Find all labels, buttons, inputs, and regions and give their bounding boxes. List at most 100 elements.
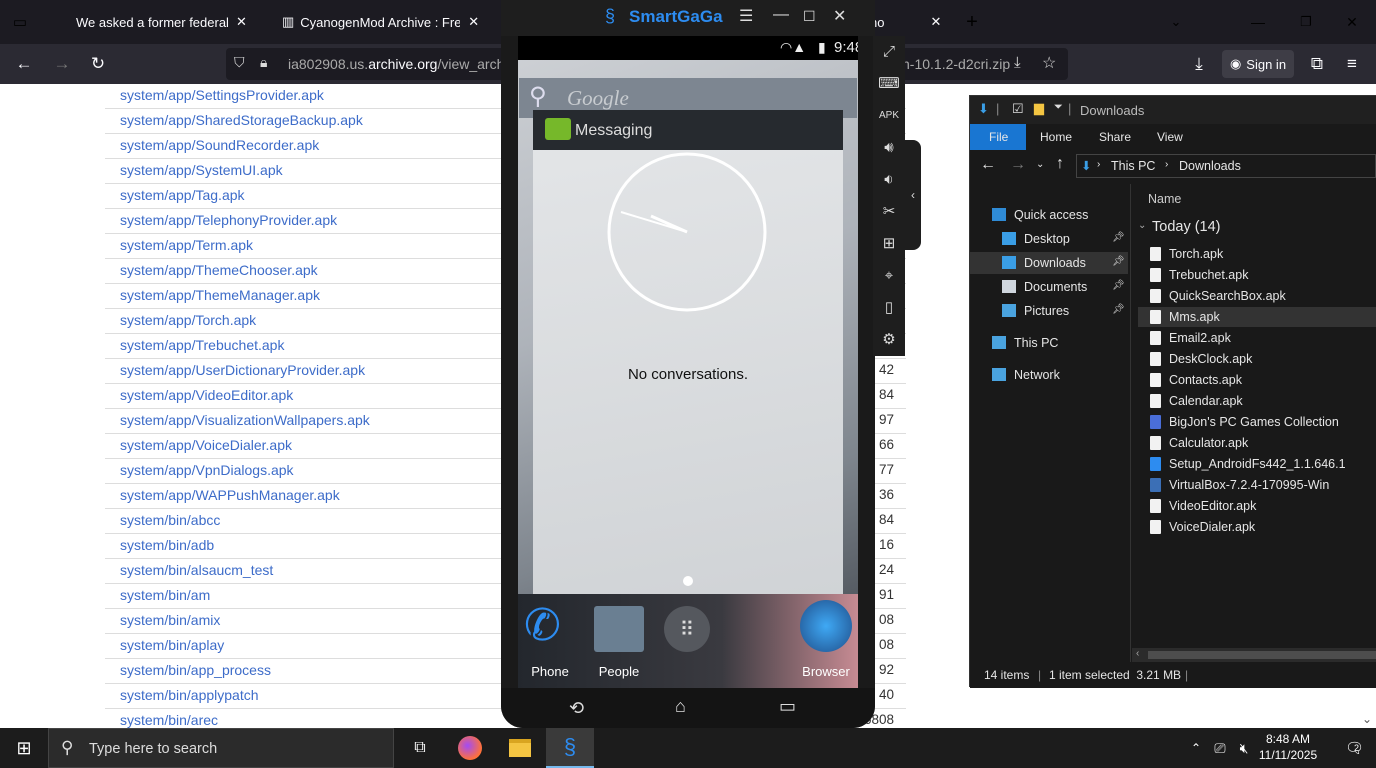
file-link[interactable]: system/bin/alsaucm_test	[120, 562, 273, 578]
file-link[interactable]: system/app/ThemeChooser.apk	[120, 262, 318, 278]
file-link[interactable]: system/bin/amix	[120, 612, 220, 628]
sign-in-button[interactable]: ◉ Sign in	[1222, 50, 1294, 78]
file-link[interactable]: system/bin/app_process	[120, 662, 271, 678]
sg-close-icon[interactable]: ✕	[833, 6, 846, 26]
breadcrumb-this-pc[interactable]: This PC	[1111, 159, 1155, 173]
up-folder-icon[interactable]: ↑	[1056, 155, 1064, 173]
nav-item[interactable]: Quick access	[970, 204, 1128, 226]
firefox-taskbar-icon[interactable]	[446, 728, 494, 768]
settings-gear-icon[interactable]: ⚙	[873, 326, 905, 352]
browser-app-icon[interactable]	[800, 600, 852, 652]
android-back-icon[interactable]: ⟲	[569, 698, 584, 719]
recent-dropdown-icon[interactable]: ⌄	[1036, 159, 1044, 170]
file-link[interactable]: system/app/SystemUI.apk	[120, 162, 283, 178]
tab-2[interactable]: ▥ CyanogenMod Archive : Free D ✕	[282, 0, 492, 44]
file-link[interactable]: system/bin/arec	[120, 712, 218, 728]
explorer-forward-icon[interactable]: →	[1010, 156, 1026, 174]
ribbon-view[interactable]: View	[1157, 130, 1183, 144]
file-link[interactable]: system/bin/applypatch	[120, 687, 259, 703]
list-item[interactable]: Torch.apk	[1138, 244, 1376, 264]
screenshot-scissors-icon[interactable]: ✂	[873, 198, 905, 224]
new-folder-icon[interactable]: ▆	[1034, 100, 1044, 116]
file-explorer-taskbar-icon[interactable]	[496, 728, 544, 768]
page-scroll-down-icon[interactable]: ⌄	[1362, 712, 1372, 726]
properties-icon[interactable]: ☑	[1012, 101, 1024, 117]
taskbar-search-box[interactable]: ⚲ Type here to search	[48, 728, 394, 768]
download-page-icon[interactable]: ⤓	[1014, 54, 1021, 71]
tab-1[interactable]: We asked a former federal agen ✕	[56, 0, 266, 44]
file-link[interactable]: system/app/TelephonyProvider.apk	[120, 212, 337, 228]
file-link[interactable]: system/app/ThemeManager.apk	[120, 287, 320, 303]
qat-dropdown-icon[interactable]: ⏷	[1054, 101, 1063, 114]
windows-start-icon[interactable]: ⊞	[0, 728, 48, 768]
list-item[interactable]: VideoEditor.apk	[1138, 496, 1376, 516]
file-link[interactable]: system/app/VpnDialogs.apk	[120, 462, 294, 478]
close-window-icon[interactable]: ✕	[1338, 0, 1366, 44]
ribbon-share[interactable]: Share	[1099, 130, 1131, 144]
file-link[interactable]: system/app/SoundRecorder.apk	[120, 137, 319, 153]
list-item[interactable]: DeskClock.apk	[1138, 349, 1376, 369]
list-item[interactable]: VirtualBox-7.2.4-170995-Win	[1138, 475, 1376, 495]
back-icon[interactable]: ←	[10, 44, 38, 84]
show-hidden-icons-icon[interactable]: ⌃	[1184, 728, 1208, 768]
tab-list-icon[interactable]: ▭	[4, 0, 36, 44]
task-view-icon[interactable]: ⧉	[396, 728, 444, 768]
ribbon-home[interactable]: Home	[1040, 130, 1072, 144]
file-link[interactable]: system/app/SharedStorageBackup.apk	[120, 112, 363, 128]
app-drawer-icon[interactable]: ⠿	[664, 606, 710, 652]
file-link[interactable]: system/bin/adb	[120, 537, 214, 553]
taskbar-clock[interactable]: 8:48 AM 11/11/2025	[1256, 731, 1320, 763]
file-link[interactable]: system/app/WAPPushManager.apk	[120, 487, 340, 503]
extensions-icon[interactable]: ⧉	[1304, 44, 1330, 84]
ribbon-file[interactable]: File	[989, 130, 1008, 144]
group-today[interactable]: Today (14)	[1152, 219, 1221, 235]
keyboard-icon[interactable]: ⌨	[873, 70, 905, 96]
phone-app-icon[interactable]: ✆	[524, 600, 574, 656]
list-item[interactable]: QuickSearchBox.apk	[1138, 286, 1376, 306]
horizontal-scrollbar[interactable]: ‹	[1132, 648, 1376, 662]
file-link[interactable]: system/bin/aplay	[120, 637, 224, 653]
minimize-icon[interactable]: —	[1244, 0, 1272, 44]
sg-menu-icon[interactable]: ☰	[739, 6, 753, 26]
tab-overflow-chevron-icon[interactable]: ⌄	[1162, 0, 1190, 44]
group-collapse-icon[interactable]: ⌄	[1138, 220, 1146, 231]
file-link[interactable]: system/app/Torch.apk	[120, 312, 256, 328]
file-link[interactable]: system/bin/abcc	[120, 512, 220, 528]
list-item[interactable]: Email2.apk	[1138, 328, 1376, 348]
breadcrumb-downloads[interactable]: Downloads	[1179, 159, 1241, 173]
restore-icon[interactable]: ❐	[1292, 0, 1320, 44]
android-recents-icon[interactable]: ▭	[779, 696, 796, 717]
scroll-left-icon[interactable]: ‹	[1136, 648, 1139, 659]
menu-hamburger-icon[interactable]: ≡	[1338, 44, 1366, 84]
explorer-address-bar[interactable]: ⬇ › This PC › Downloads	[1076, 154, 1376, 178]
recent-app-card[interactable]: Messaging No conversations.	[533, 110, 843, 600]
nav-item[interactable]: Network	[970, 364, 1128, 386]
downloads-icon[interactable]: ⤓	[1186, 44, 1212, 84]
lock-icon[interactable]: 🔒︎	[260, 54, 267, 71]
list-item[interactable]: Mms.apk	[1138, 307, 1376, 327]
toolbar-collapse-icon[interactable]: ‹	[905, 140, 921, 250]
file-link[interactable]: system/app/Trebuchet.apk	[120, 337, 284, 353]
multi-instance-icon[interactable]: ⊞	[873, 230, 905, 256]
volume-up-icon[interactable]: 🔊︎	[873, 134, 905, 160]
list-item[interactable]: Contacts.apk	[1138, 370, 1376, 390]
sg-maximize-icon[interactable]: ☐	[803, 8, 816, 25]
sg-minimize-icon[interactable]: —	[773, 6, 789, 24]
android-screen[interactable]: ◠▲ ▮ 9:48 ⚲ Google Messaging No conversa…	[518, 36, 858, 688]
tab-3-close-icon[interactable]: ✕	[930, 14, 941, 30]
nav-item[interactable]: This PC	[970, 332, 1128, 354]
list-item[interactable]: Setup_AndroidFs442_1.1.646.1	[1138, 454, 1376, 474]
volume-muted-icon[interactable]: 🔇︎	[1232, 728, 1256, 768]
file-link[interactable]: system/app/UserDictionaryProvider.apk	[120, 362, 365, 378]
list-item[interactable]: VoiceDialer.apk	[1138, 517, 1376, 537]
android-home-icon[interactable]: ⌂	[675, 696, 686, 717]
list-item[interactable]: Trebuchet.apk	[1138, 265, 1376, 285]
file-link[interactable]: system/app/VoiceDialer.apk	[120, 437, 292, 453]
file-link[interactable]: system/app/Tag.apk	[120, 187, 245, 203]
network-tray-icon[interactable]: ⎚	[1208, 728, 1232, 768]
apk-install-icon[interactable]: APK	[873, 102, 905, 128]
explorer-back-icon[interactable]: ←	[980, 156, 996, 174]
file-link[interactable]: system/app/SettingsProvider.apk	[120, 87, 324, 103]
reload-icon[interactable]: ↻	[84, 44, 112, 84]
nav-item[interactable]: Downloads 📌︎	[970, 252, 1128, 274]
